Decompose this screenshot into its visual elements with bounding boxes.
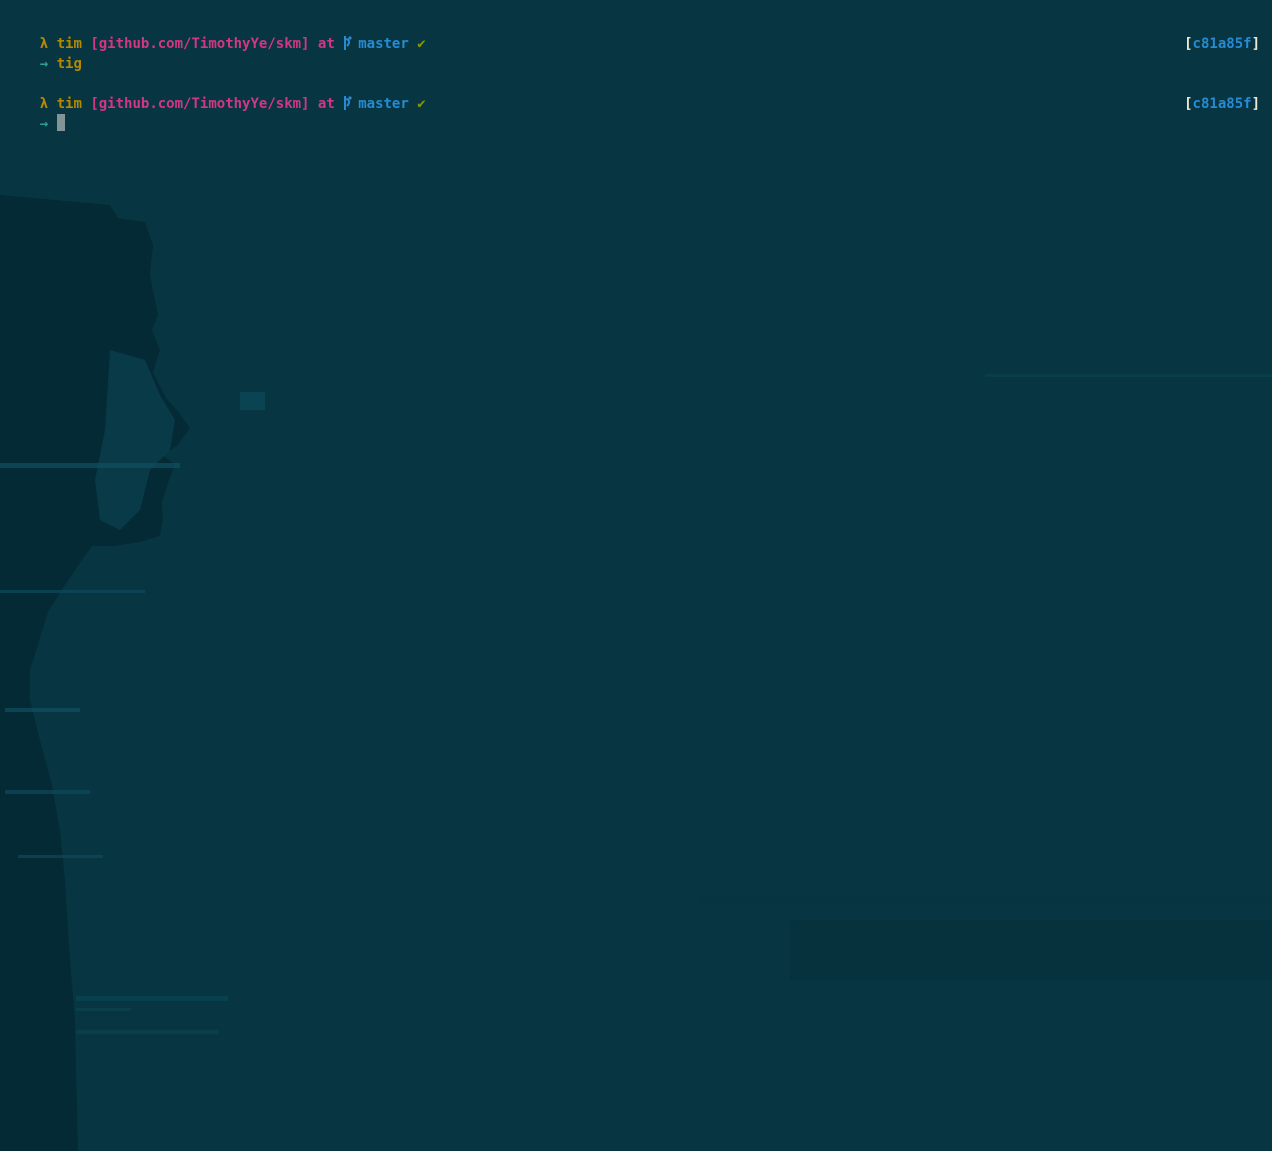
- terminal-window[interactable]: λ tim [github.com/TimothyYe/skm] at mast…: [0, 0, 1272, 1151]
- text-cursor: [57, 114, 66, 131]
- commit-hash: c81a85f: [1192, 36, 1252, 52]
- prompt-line: λ tim [github.com/TimothyYe/skm] at mast…: [6, 74, 1260, 112]
- bracket-close: ]: [1251, 96, 1260, 112]
- bracket-open: [: [1184, 96, 1193, 112]
- commit-hash: c81a85f: [1192, 96, 1252, 112]
- commit-hash-indicator: [c81a85f]: [1184, 34, 1260, 54]
- arrow-icon: →: [39, 56, 49, 72]
- arrow-icon: →: [39, 116, 49, 132]
- command-text: tig: [56, 56, 82, 72]
- commit-hash-indicator: [c81a85f]: [1184, 94, 1260, 114]
- bracket-open: [: [1184, 36, 1193, 52]
- command-line: → tig [c81a85f]: [6, 34, 1260, 72]
- background-wallpaper: [0, 0, 1272, 1151]
- prompt-line: λ tim [github.com/TimothyYe/skm] at mast…: [6, 14, 1260, 52]
- bracket-close: ]: [1251, 36, 1260, 52]
- command-input-line[interactable]: → [c81a85f]: [6, 94, 1260, 132]
